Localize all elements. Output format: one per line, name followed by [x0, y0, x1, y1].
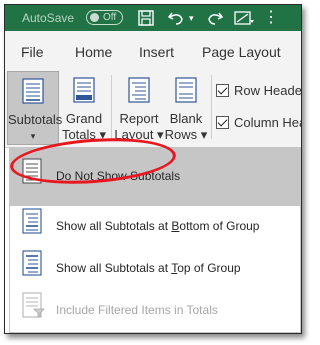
blank-rows-icon	[175, 77, 197, 103]
grand-totals-label-1: Grand	[65, 111, 103, 126]
tab-page-layout[interactable]: Page Layout	[202, 44, 281, 60]
redo-icon[interactable]	[204, 9, 224, 32]
menu-bar: File Home Insert Page Layout	[5, 31, 301, 69]
subtotals-bottom-label: Show all Subtotals at Bottom of Group	[56, 219, 260, 233]
ribbon-separator	[211, 75, 212, 139]
undo-dropdown-icon[interactable]: ▾	[189, 13, 194, 24]
blank-rows-label-2: Rows ▾	[164, 127, 208, 142]
report-layout-icon	[128, 77, 150, 103]
subtotals-top-icon	[22, 250, 42, 276]
filtered-items-icon	[22, 292, 45, 318]
checkbox-checked-icon	[216, 84, 229, 97]
undo-icon[interactable]	[167, 9, 187, 32]
include-filtered-items-label: Include Filtered Items in Totals	[56, 303, 218, 317]
subtotals-label: Subtotals	[8, 112, 63, 127]
subtotals-arrow: ▾	[30, 131, 36, 141]
tab-file[interactable]: File	[21, 44, 44, 60]
title-bar: AutoSave Off ▾ ⋮	[5, 5, 301, 31]
report-layout-label-1: Report	[119, 111, 159, 126]
grand-totals-icon	[73, 77, 95, 103]
blank-rows-label-1: Blank	[169, 111, 203, 126]
tab-insert[interactable]: Insert	[139, 44, 174, 60]
toggle-knob	[90, 13, 99, 22]
include-filtered-items-item: Include Filtered Items in Totals	[10, 282, 300, 333]
column-headers-label: Column Headers	[234, 115, 301, 130]
subtotals-button[interactable]: Subtotals ▾	[7, 71, 63, 145]
autosave-toggle[interactable]: Off	[86, 10, 123, 25]
report-layout-button[interactable]: Report Layout ▾	[114, 71, 164, 145]
ribbon-separator	[111, 75, 112, 139]
grand-totals-button[interactable]: Grand Totals ▾	[60, 71, 108, 145]
tab-home[interactable]: Home	[75, 44, 112, 60]
ribbon: Subtotals ▾ Grand Totals ▾ Report Layout…	[5, 69, 301, 148]
subtotals-icon	[22, 78, 44, 104]
blank-rows-button[interactable]: Blank Rows ▾	[164, 71, 208, 145]
checkbox-checked-icon	[216, 116, 229, 129]
subtotals-top-label: Show all Subtotals at Top of Group	[56, 261, 241, 275]
autosave-state: Off	[103, 12, 117, 23]
save-icon[interactable]	[137, 9, 155, 32]
customize-icon[interactable]	[233, 9, 255, 32]
more-icon[interactable]: ⋮	[263, 7, 279, 27]
excel-window: AutoSave Off ▾ ⋮ File Home Insert Page L…	[4, 4, 302, 334]
autosave-label: AutoSave	[22, 11, 75, 25]
subtotals-bottom-icon	[22, 208, 42, 234]
row-headers-label: Row Headers	[234, 83, 302, 98]
